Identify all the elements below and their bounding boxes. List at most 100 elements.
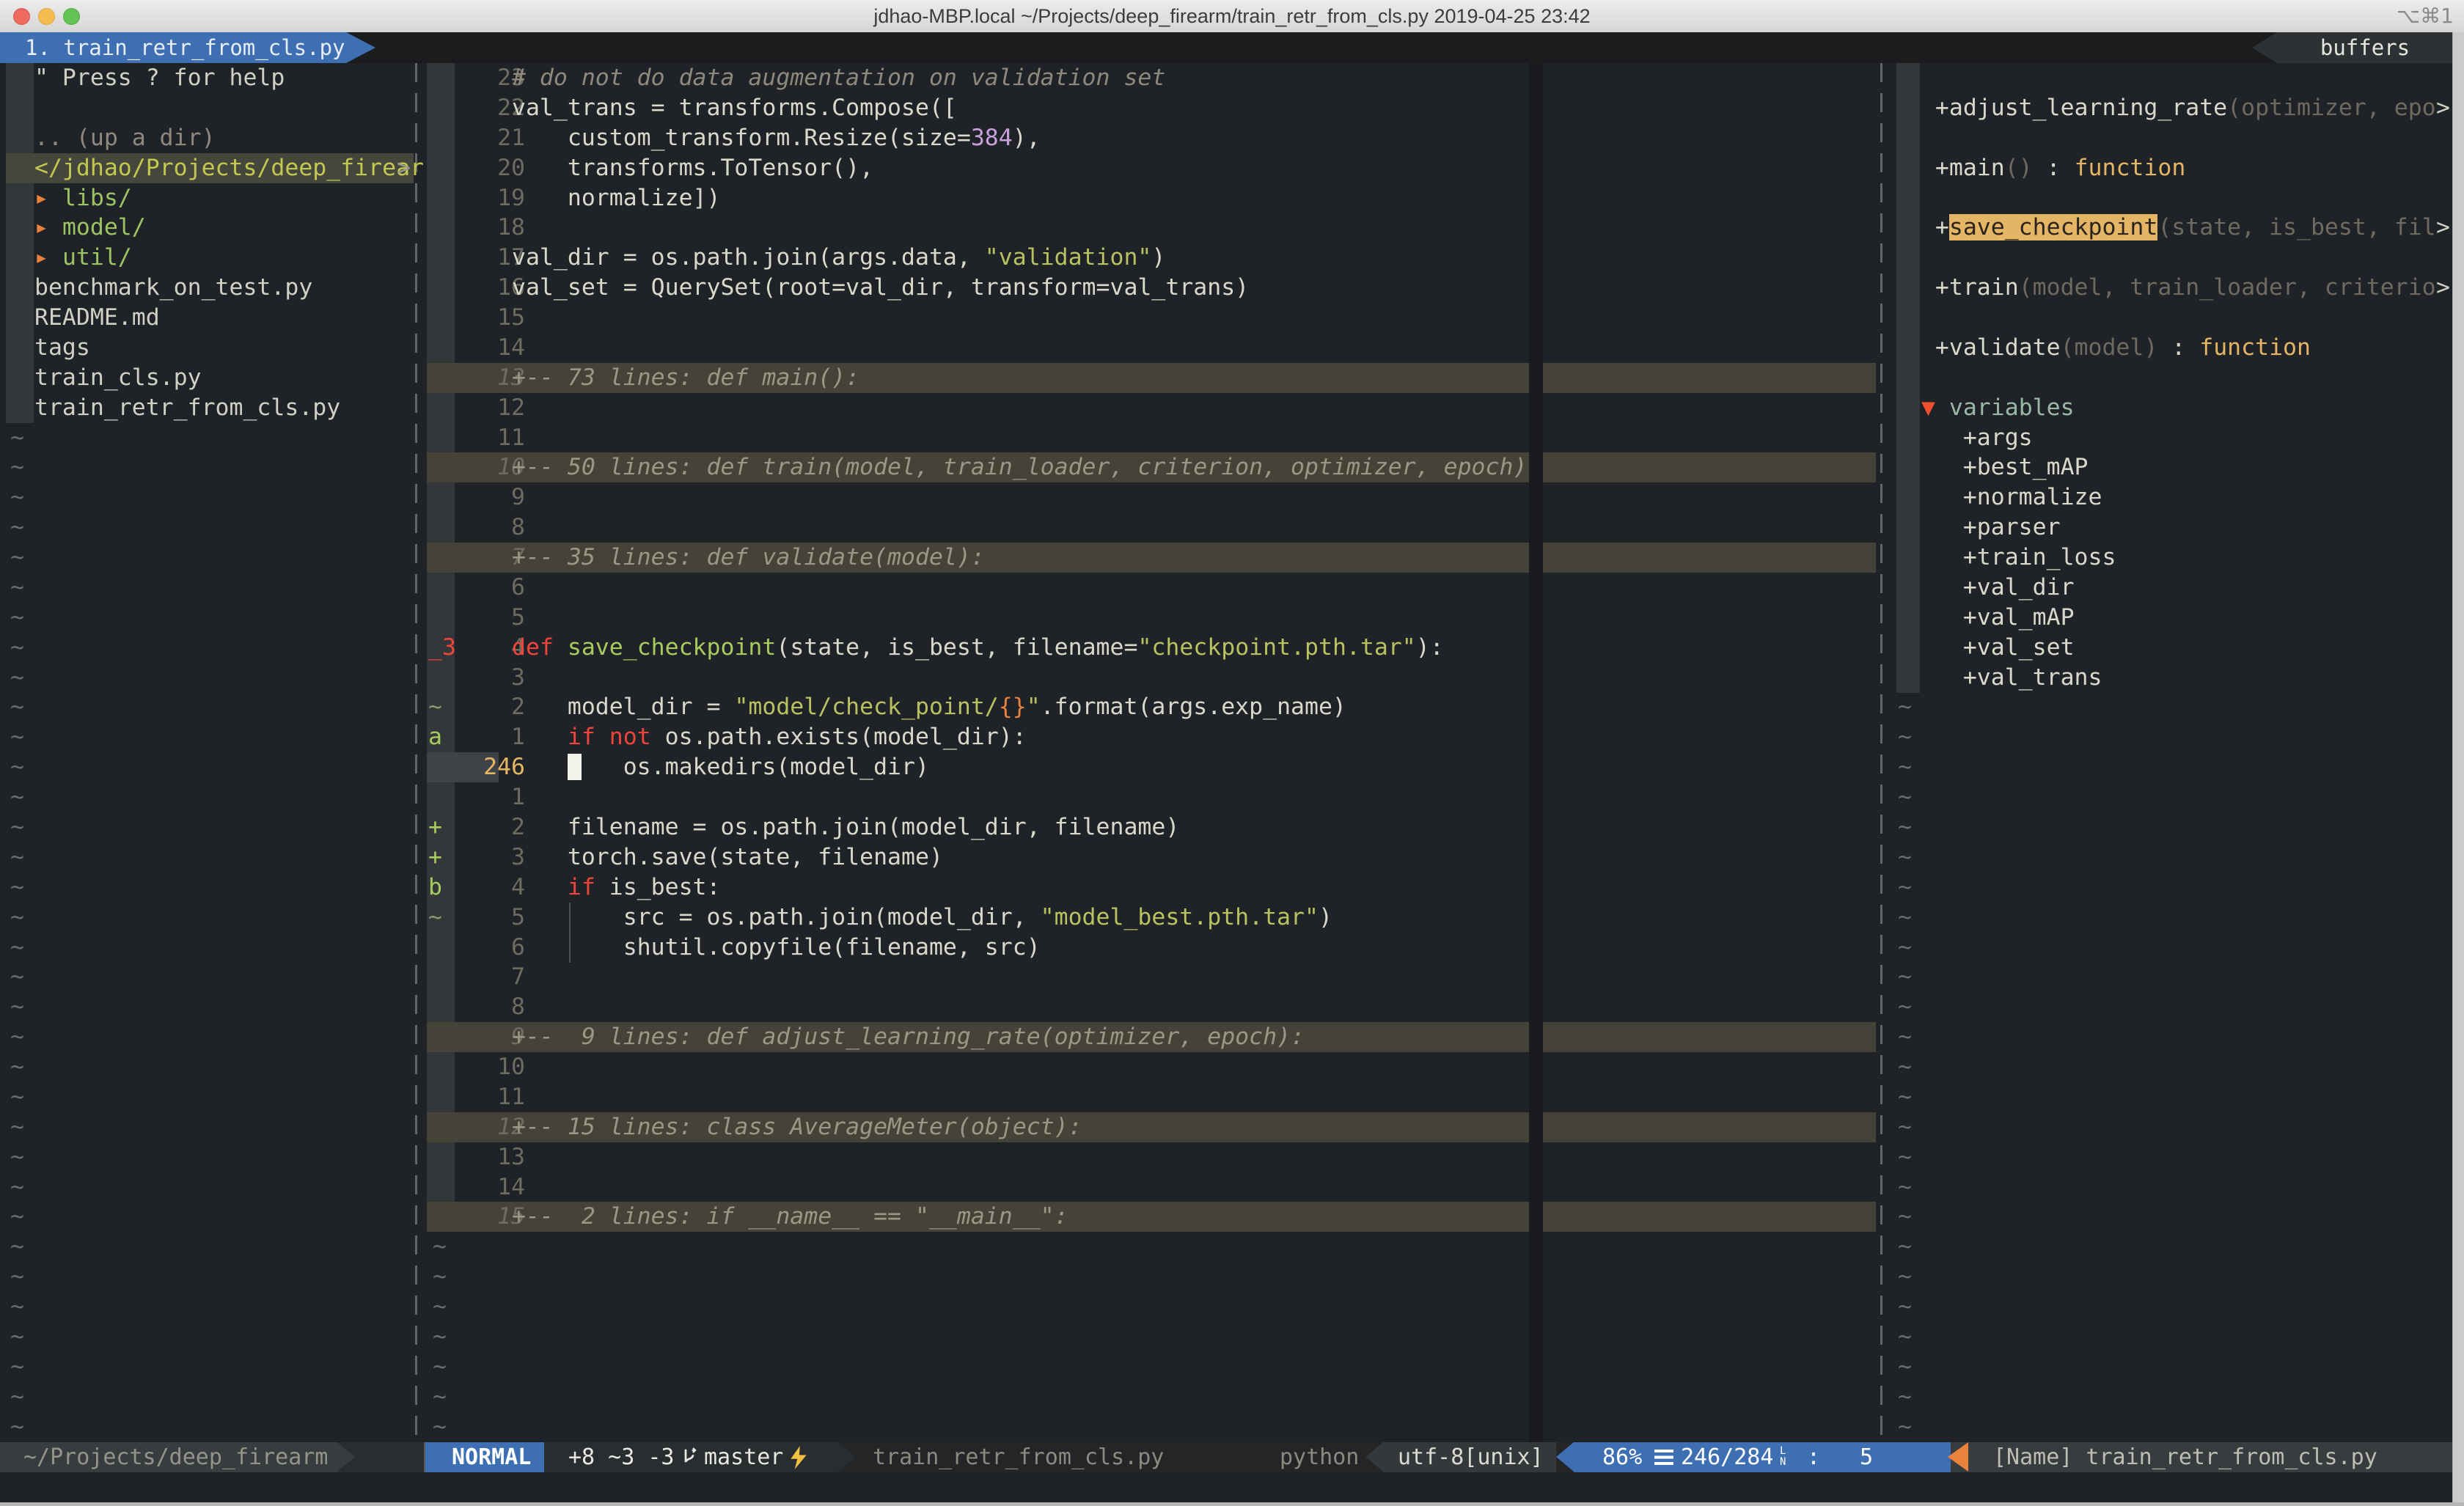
code-line[interactable]: 6 [427,573,1876,603]
tag-best_mAP[interactable]: +best_mAP [1893,452,2453,482]
code-text[interactable]: if is_best: [512,873,720,903]
fold-line[interactable]: 7+-- 35 lines: def validate(model): [427,543,1876,573]
code-text[interactable]: shutil.copyfile(filename, src) [512,933,1041,963]
code-line[interactable]: +2 filename = os.path.join(model_dir, fi… [427,812,1876,842]
dir-libs[interactable]: ▸ libs/ [6,183,414,213]
file-benchmark_on_test[interactable]: benchmark_on_test.py [6,273,414,303]
nerdtree-tilde-row: ~ [10,573,54,603]
text-segment: () [2005,155,2033,181]
tag-train_loss[interactable]: +train_loss [1893,543,2453,573]
code-text[interactable]: model_dir = "model/check_point/{}".forma… [512,692,1346,722]
code-line[interactable]: 14 [427,1172,1876,1202]
tagbar-tilde-row: ~ [1898,812,1942,842]
help-hint[interactable]: " Press ? for help [6,63,414,93]
code-line[interactable]: 3 [427,663,1876,693]
nerdtree-tilde-row: ~ [10,873,54,903]
code-line[interactable]: 5 [427,603,1876,633]
code-line[interactable]: 17val_dir = os.path.join(args.data, "val… [427,243,1876,273]
code-line[interactable]: 20 transforms.ToTensor(), [427,153,1876,183]
code-text[interactable]: custom_transform.Resize(size=384), [512,123,1041,153]
code-line[interactable]: 1 [427,782,1876,812]
code-text[interactable]: if not os.path.exists(model_dir): [512,722,1027,752]
fold-text[interactable]: +-- 9 lines: def adjust_learning_rate(op… [512,1022,1305,1052]
tag-parser[interactable]: +parser [1893,513,2453,543]
code-line[interactable]: 19 normalize]) [427,183,1876,213]
code-line[interactable]: 7 [427,962,1876,992]
fold-text[interactable]: +-- 15 lines: class AverageMeter(object)… [512,1112,1082,1142]
code-text[interactable]: normalize]) [512,183,720,213]
code-line[interactable]: _34def save_checkpoint(state, is_best, f… [427,633,1876,663]
code-line[interactable]: a1 if not os.path.exists(model_dir): [427,722,1876,752]
code-line[interactable]: +3 torch.save(state, filename) [427,842,1876,873]
dir-util[interactable]: ▸ util/ [6,243,414,273]
code-line[interactable]: 8 [427,992,1876,1022]
file-README[interactable]: README.md [6,303,414,333]
vim-command-line[interactable] [0,1472,2464,1502]
tag-val_trans[interactable]: +val_trans [1893,663,2453,693]
code-text[interactable]: filename = os.path.join(model_dir, filen… [512,812,1179,842]
fold-line[interactable]: 13+-- 73 lines: def main(): [427,363,1876,393]
code-line[interactable]: ~2 model_dir = "model/check_point/{}".fo… [427,692,1876,722]
code-text[interactable]: torch.save(state, filename) [512,842,943,873]
fold-text[interactable]: +-- 2 lines: if __name__ == "__main__": [512,1202,1068,1232]
tagbar-window-separator[interactable] [1880,63,1882,1442]
tag-adjust_learning_rate[interactable]: +adjust_learning_rate(optimizer, epo> [1893,93,2453,123]
tag-normalize[interactable]: +normalize [1893,482,2453,513]
code-line[interactable]: 13 [427,1142,1876,1172]
code-text[interactable]: # do not do data augmentation on validat… [512,63,1165,93]
code-line[interactable]: 21 custom_transform.Resize(size=384), [427,123,1876,153]
code-line[interactable]: 15 [427,303,1876,333]
fold-text[interactable]: +-- 35 lines: def validate(model): [512,543,985,573]
code-line[interactable]: 11 [427,423,1876,453]
code-text[interactable]: transforms.ToTensor(), [512,153,873,183]
up-a-dir[interactable]: .. (up a dir) [6,123,414,153]
code-line[interactable]: 18 [427,213,1876,243]
fold-line[interactable]: 10+-- 50 lines: def train(model, train_l… [427,452,1876,482]
code-line[interactable]: 23# do not do data augmentation on valid… [427,63,1876,93]
fold-text[interactable]: +-- 50 lines: def train(model, train_loa… [512,452,1541,482]
text-segment: +val_dir [1893,574,2075,600]
fold-line[interactable]: 12+-- 15 lines: class AverageMeter(objec… [427,1112,1876,1142]
file-train_cls[interactable]: train_cls.py [6,363,414,393]
tag-val_mAP[interactable]: +val_mAP [1893,603,2453,633]
file-tags[interactable]: tags [6,333,414,363]
dir-model[interactable]: ▸ model/ [6,213,414,243]
code-line[interactable]: 11 [427,1082,1876,1112]
tag-args[interactable]: +args [1893,423,2453,453]
code-line[interactable]: ~5 src = os.path.join(model_dir, "model_… [427,903,1876,933]
root-path[interactable]: </jdhao/Projects/deep_firear> [6,153,414,183]
code-line[interactable]: 6 shutil.copyfile(filename, src) [427,933,1876,963]
tag-main[interactable]: +main() : function [1893,153,2453,183]
code-text[interactable]: val_set = QuerySet(root=val_dir, transfo… [512,273,1249,303]
terminal-scrollbar[interactable] [2452,32,2464,1506]
macos-titlebar[interactable]: jdhao-MBP.local ~/Projects/deep_firearm/… [0,0,2464,33]
nerdtree-window-separator[interactable] [415,63,417,1442]
code-line[interactable]: 9 [427,482,1876,513]
fold-text[interactable]: +-- 73 lines: def main(): [512,363,859,393]
code-text[interactable]: def save_checkpoint(state, is_best, file… [512,633,1444,663]
tab-train-retr-from-cls[interactable]: 1. train_retr_from_cls.py [0,32,346,63]
code-line[interactable]: 8 [427,513,1876,543]
code-line[interactable]: 10 [427,1052,1876,1082]
fold-line[interactable]: 9+-- 9 lines: def adjust_learning_rate(o… [427,1022,1876,1052]
tag-val_set[interactable]: +val_set [1893,633,2453,663]
line-number: 6 [455,573,525,603]
scope-variables[interactable]: ▼ variables [1893,393,2453,423]
empty-line-tilde: ~ [10,1174,24,1200]
tag-val_dir[interactable]: +val_dir [1893,573,2453,603]
tag-validate[interactable]: +validate(model) : function [1893,333,2453,363]
fold-line[interactable]: 15+-- 2 lines: if __name__ == "__main__"… [427,1202,1876,1232]
code-line[interactable]: b4 if is_best: [427,873,1876,903]
tag-save_checkpoint[interactable]: +save_checkpoint(state, is_best, fil> [1893,213,2453,243]
code-text[interactable]: src = os.path.join(model_dir, "model_bes… [512,903,1332,933]
code-line[interactable]: 16val_set = QuerySet(root=val_dir, trans… [427,273,1876,303]
code-line[interactable]: 246 os.makedirs(model_dir) [427,752,1876,782]
tag-train[interactable]: +train(model, train_loader, criterio> [1893,273,2453,303]
code-text[interactable]: val_trans = transforms.Compose([ [512,93,957,123]
file-train_retr_from_cls[interactable]: train_retr_from_cls.py [6,393,414,423]
code-line[interactable]: 12 [427,393,1876,423]
code-text[interactable]: val_dir = os.path.join(args.data, "valid… [512,243,1165,273]
code-line[interactable]: 14 [427,333,1876,363]
code-text[interactable]: os.makedirs(model_dir) [512,752,929,782]
code-line[interactable]: 22val_trans = transforms.Compose([ [427,93,1876,123]
